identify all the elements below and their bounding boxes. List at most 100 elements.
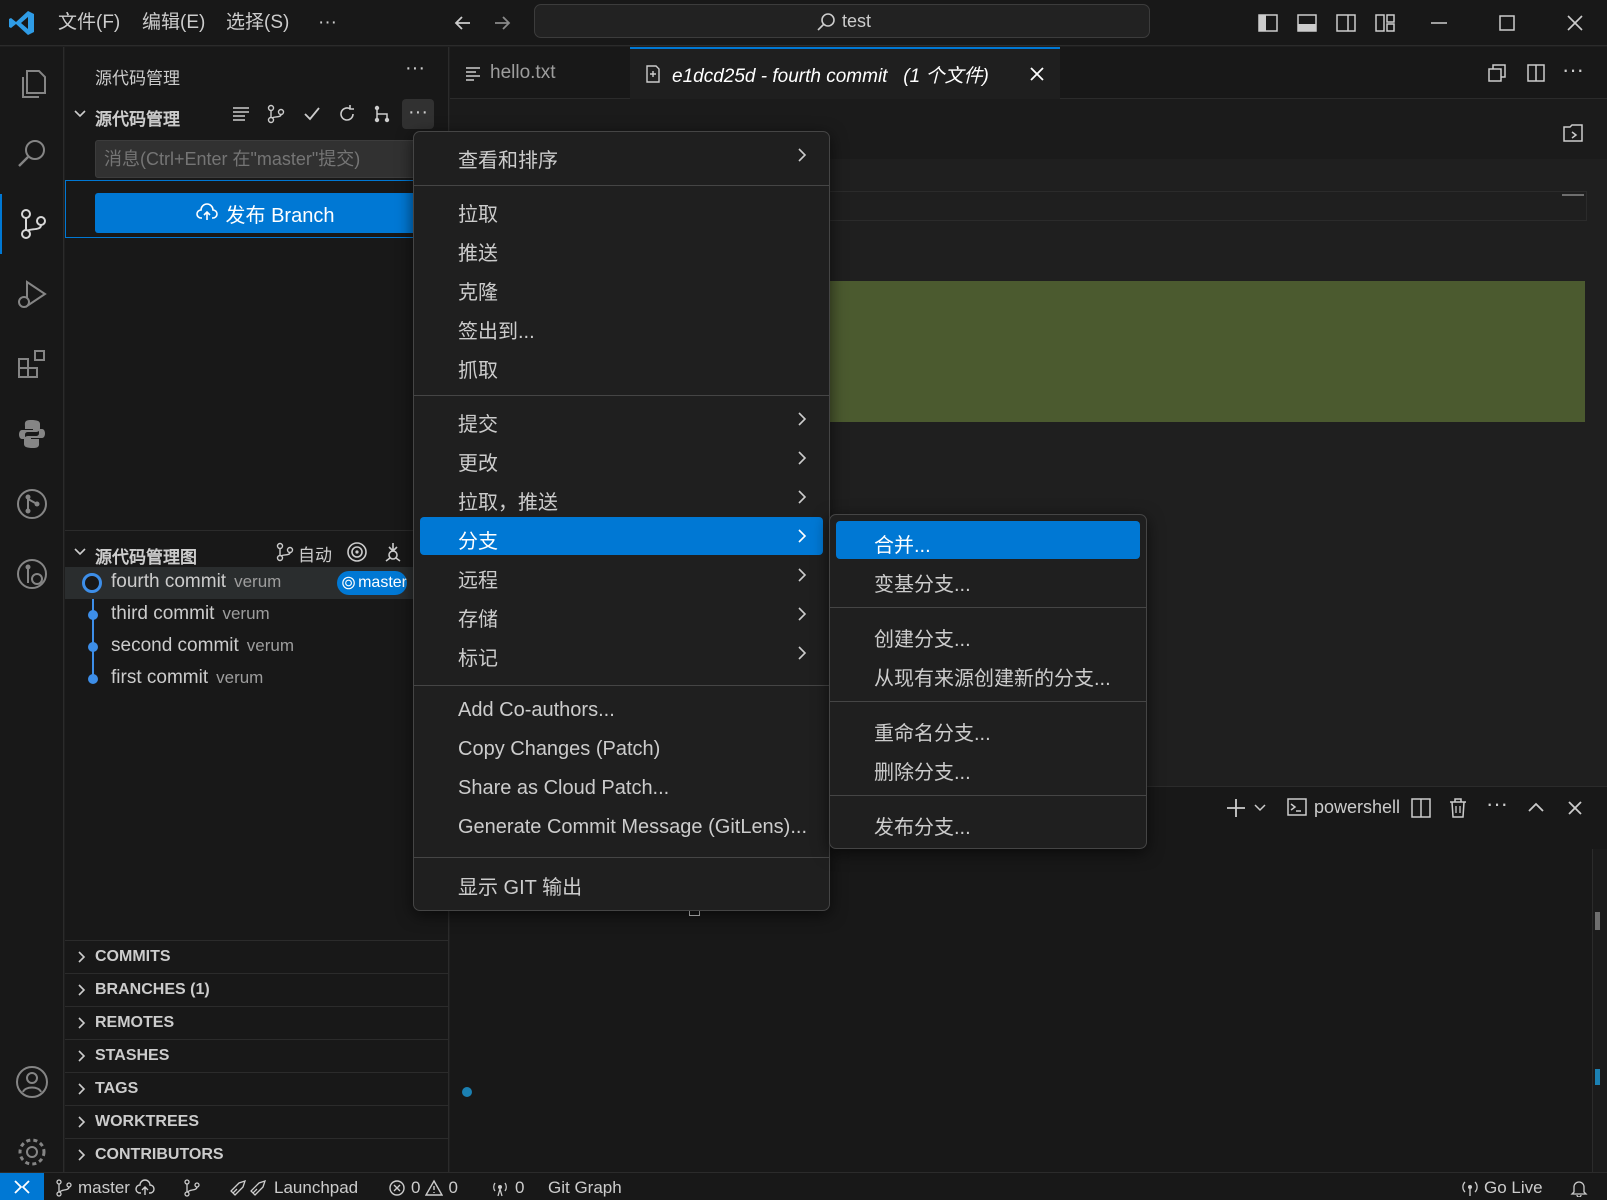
menu-item-add-coauthors[interactable]: Add Co-authors... xyxy=(420,691,823,729)
menu-item-show-git-output[interactable]: 显示 GIT 输出 xyxy=(420,863,823,901)
commits-section[interactable]: COMMITS xyxy=(65,940,449,972)
search-view-icon[interactable] xyxy=(0,124,64,184)
menu-item-fetch[interactable]: 抓取 xyxy=(420,346,823,384)
menu-more[interactable]: ··· xyxy=(318,8,337,38)
branch-compare-icon[interactable] xyxy=(266,104,286,124)
menu-item-copy-changes[interactable]: Copy Changes (Patch) xyxy=(420,730,823,768)
gitlens-inspect-icon[interactable] xyxy=(0,544,64,604)
branches-section[interactable]: BRANCHES (1) xyxy=(65,973,449,1005)
editor-more-actions-icon[interactable]: ··· xyxy=(1562,57,1584,83)
branch-filter-icon[interactable] xyxy=(275,542,295,562)
graph-row[interactable]: third commit verum xyxy=(65,599,449,631)
graph-section-header[interactable]: 源代码管理图 xyxy=(95,543,197,568)
scm-section-header[interactable]: 源代码管理 xyxy=(95,105,180,130)
toggle-primary-sidebar-icon[interactable] xyxy=(1257,12,1279,34)
go-live-status[interactable]: Go Live xyxy=(1461,1177,1543,1199)
graph-row[interactable]: second commit verum xyxy=(65,631,449,663)
git-graph-icon[interactable] xyxy=(0,474,64,534)
remotes-section[interactable]: REMOTES xyxy=(65,1006,449,1038)
menu-item-tags[interactable]: 标记 xyxy=(420,634,823,672)
menu-item-view-sort[interactable]: 查看和排序 xyxy=(420,136,823,174)
explorer-icon[interactable] xyxy=(0,54,64,114)
menu-item-remote[interactable]: 远程 xyxy=(420,556,823,594)
menu-item-merge[interactable]: 合并... xyxy=(836,521,1140,559)
back-arrow-icon[interactable] xyxy=(452,12,474,34)
menu-item-changes[interactable]: 更改 xyxy=(420,439,823,477)
target-icon[interactable] xyxy=(346,541,368,563)
commit-check-icon[interactable] xyxy=(302,104,322,124)
forward-arrow-icon[interactable] xyxy=(491,12,513,34)
menu-item-push[interactable]: 推送 xyxy=(420,229,823,267)
menu-item-clone[interactable]: 克隆 xyxy=(420,268,823,306)
sidebar-more-icon[interactable]: ··· xyxy=(405,57,425,80)
close-panel-icon[interactable] xyxy=(1565,798,1585,818)
menu-item-pull-push[interactable]: 拉取，推送 xyxy=(420,478,823,516)
split-terminal-icon[interactable] xyxy=(1410,797,1432,819)
toggle-panel-icon[interactable] xyxy=(1296,12,1318,34)
split-editor-icon[interactable] xyxy=(1526,63,1546,83)
python-icon[interactable] xyxy=(0,404,64,464)
graph-row[interactable]: first commit verum xyxy=(65,663,449,695)
menu-item-rebase-branch[interactable]: 变基分支... xyxy=(836,560,1140,598)
graph-row[interactable]: fourth commit verum master xyxy=(65,567,449,599)
menu-selection[interactable]: 选择(S) xyxy=(226,8,289,38)
close-tab-icon[interactable] xyxy=(1028,65,1046,83)
cloud-upload-icon[interactable] xyxy=(135,1179,155,1197)
commit-message-input[interactable] xyxy=(95,140,435,178)
menu-item-share-cloud-patch[interactable]: Share as Cloud Patch... xyxy=(420,769,823,807)
maximize-icon[interactable] xyxy=(1496,12,1518,34)
kill-terminal-trash-icon[interactable] xyxy=(1447,797,1469,819)
scm-more-actions-button[interactable]: ··· xyxy=(402,99,434,129)
branch-compare-status[interactable] xyxy=(183,1177,201,1199)
graph-auto-label[interactable]: 自动 xyxy=(298,541,332,566)
menu-item-checkout[interactable]: 签出到... xyxy=(420,307,823,345)
customize-layout-icon[interactable] xyxy=(1374,12,1396,34)
refresh-icon[interactable] xyxy=(337,104,357,124)
menu-item-create-branch[interactable]: 创建分支... xyxy=(836,615,1140,653)
worktrees-section[interactable]: WORKTREES xyxy=(65,1105,449,1137)
toggle-secondary-sidebar-icon[interactable] xyxy=(1335,12,1357,34)
publish-branch-button[interactable]: 发布 Branch xyxy=(95,193,435,233)
menu-item-commit[interactable]: 提交 xyxy=(420,400,823,438)
source-control-icon[interactable] xyxy=(0,194,64,254)
contributors-section[interactable]: CONTRIBUTORS xyxy=(65,1138,449,1170)
problems-status[interactable]: 0 0 xyxy=(388,1177,458,1199)
menu-edit[interactable]: 编辑(E) xyxy=(142,8,205,38)
menu-item-pull[interactable]: 拉取 xyxy=(420,190,823,228)
notifications-bell-icon[interactable] xyxy=(1570,1177,1588,1199)
tags-section[interactable]: TAGS xyxy=(65,1072,449,1104)
menu-item-branch[interactable]: 分支 xyxy=(420,517,823,555)
menu-item-delete-branch[interactable]: 删除分支... xyxy=(836,748,1140,786)
chevron-down-icon[interactable] xyxy=(73,545,87,559)
ports-status[interactable]: 0 xyxy=(490,1177,524,1199)
stashes-section[interactable]: STASHES xyxy=(65,1039,449,1071)
command-center-search[interactable]: test xyxy=(534,4,1150,38)
tab-hello-txt[interactable]: hello.txt xyxy=(450,47,630,99)
panel-more-actions-icon[interactable]: ··· xyxy=(1486,791,1508,817)
maximize-panel-chevron-up-icon[interactable] xyxy=(1526,798,1546,818)
menu-item-publish-branch[interactable]: 发布分支... xyxy=(836,803,1140,841)
pull-request-icon[interactable] xyxy=(372,104,392,124)
chevron-down-icon[interactable] xyxy=(1253,801,1267,815)
menu-item-generate-commit-message[interactable]: Generate Commit Message (GitLens)... xyxy=(420,808,823,846)
minimize-icon[interactable] xyxy=(1428,12,1450,34)
menu-item-rename-branch[interactable]: 重命名分支... xyxy=(836,709,1140,747)
account-icon[interactable] xyxy=(0,1052,64,1112)
menu-file[interactable]: 文件(F) xyxy=(58,8,120,38)
chevron-down-icon[interactable] xyxy=(73,107,87,121)
menu-item-create-branch-from[interactable]: 从现有来源创建新的分支... xyxy=(836,654,1140,692)
git-graph-status[interactable]: Git Graph xyxy=(548,1177,622,1199)
remote-indicator-button[interactable] xyxy=(0,1173,44,1200)
tab-commit-diff[interactable]: e1dcd25d - fourth commit (1 个文件) xyxy=(630,47,1060,99)
branch-status[interactable]: master xyxy=(55,1177,155,1199)
view-as-list-icon[interactable] xyxy=(231,104,251,124)
terminal-selector[interactable]: powershell xyxy=(1286,796,1400,818)
open-file-icon[interactable] xyxy=(1560,121,1586,145)
extensions-icon[interactable] xyxy=(0,334,64,394)
open-changes-icon[interactable] xyxy=(1487,63,1507,83)
new-terminal-icon[interactable] xyxy=(1225,797,1247,819)
launchpad-status[interactable]: Launchpad xyxy=(229,1177,358,1199)
terminal-scrollbar[interactable] xyxy=(1592,849,1607,1173)
menu-item-stash[interactable]: 存储 xyxy=(420,595,823,633)
fetch-graph-icon[interactable] xyxy=(382,541,404,563)
